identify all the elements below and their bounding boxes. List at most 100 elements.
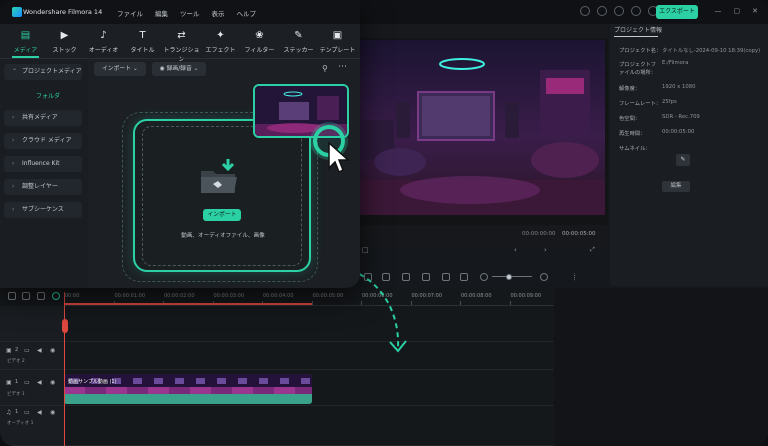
timeline-empty-area (554, 288, 768, 446)
video-track-icon: ▣ (6, 379, 12, 386)
timecode-current: 00:00:00:00 (522, 231, 556, 237)
snapshot-icon[interactable] (442, 273, 450, 281)
record-dropdown[interactable]: ◉ 録画/録音 ⌄ (151, 62, 207, 76)
list-icon[interactable] (460, 273, 468, 281)
ruler-label: 00:00:03:00 (213, 293, 245, 299)
export-button[interactable]: エクスポート (656, 5, 698, 19)
sidebar-item-cloud-media[interactable]: クラウド メディア (4, 133, 82, 149)
tab-sticker[interactable]: ✎ ステッカー (279, 28, 318, 58)
folder-lock-icon[interactable]: ▭ (24, 347, 30, 354)
snap-icon[interactable] (52, 292, 60, 300)
menu-view[interactable]: 表示 (212, 8, 225, 18)
playhead-handle[interactable] (62, 319, 68, 333)
tab-label: フィルター (244, 47, 275, 54)
sidebar-item-folder[interactable]: フォルダ (36, 91, 60, 100)
settings-icon[interactable] (580, 6, 590, 16)
clip-frame-floor (253, 387, 274, 394)
clip-frame-screen (301, 378, 310, 384)
zoom-in-icon[interactable] (540, 273, 548, 281)
clip-label: 動画サンプル動画 (1) (68, 379, 117, 385)
sidebar-item-influence-kit[interactable]: Influence Kit (4, 156, 82, 172)
tab-media[interactable]: ▤ メディア (6, 28, 45, 58)
more-icon[interactable]: ⋯ (338, 62, 347, 72)
video-clip[interactable]: 動画サンプル動画 (1) (64, 374, 312, 404)
stop-icon[interactable]: □ (362, 246, 369, 254)
sidebar-item-shared-media[interactable]: 共有メディア (4, 110, 82, 126)
tab-filter[interactable]: ❀ フィルター (240, 28, 279, 58)
cloud-icon[interactable] (614, 6, 624, 16)
clip-frame-screen (280, 378, 289, 384)
menu-edit[interactable]: 編集 (155, 8, 168, 18)
import-dropdown-label: インポート (102, 66, 131, 72)
mute-icon[interactable]: ◀ (37, 409, 42, 416)
maximize-icon[interactable]: ▢ (734, 7, 741, 15)
minimize-icon[interactable]: — (715, 7, 722, 15)
zoom-slider[interactable] (492, 276, 532, 277)
tab-label: ステッカー (283, 47, 314, 54)
track-lane-empty[interactable] (64, 306, 554, 342)
mute-icon[interactable]: ◀ (37, 379, 42, 386)
tab-template[interactable]: ▣ テンプレート (318, 28, 357, 58)
tab-label: エフェクト (205, 47, 236, 54)
prop-value-framerate: 25fps (662, 99, 677, 105)
mute-icon[interactable]: ◀ (37, 347, 42, 354)
sidebar-item-subsequence[interactable]: サブシーケンス (4, 202, 82, 218)
drop-hint: 動画、オーディオファイル、画像 (181, 233, 265, 239)
column-divider (574, 273, 582, 281)
clip-frame-screen (259, 378, 268, 384)
ruler-tick (509, 301, 511, 305)
edit-button[interactable]: 編集 (662, 181, 690, 192)
link-icon[interactable] (22, 292, 30, 300)
filter-icon[interactable]: ⚲ (322, 64, 331, 73)
magnet-icon[interactable] (37, 292, 45, 300)
playhead[interactable] (64, 292, 65, 446)
prev-frame-icon[interactable]: ‹ (514, 246, 517, 254)
prop-label-location: プロジェクトファイルの場所： (619, 62, 657, 76)
clip-frame-floor (211, 387, 232, 394)
eye-icon[interactable]: ◉ (50, 379, 55, 386)
track-lane-video-2[interactable] (64, 342, 554, 370)
theme-icon[interactable] (597, 6, 607, 16)
next-frame-icon[interactable]: › (544, 246, 547, 254)
eye-icon[interactable]: ◉ (50, 347, 55, 354)
tab-effect[interactable]: ✦ エフェクト (201, 28, 240, 58)
clip-frame-floor (64, 387, 85, 394)
import-button[interactable]: インポート (203, 209, 241, 221)
caption-icon[interactable] (422, 273, 430, 281)
folder-lock-icon[interactable]: ▭ (24, 379, 30, 386)
zoom-slider-thumb[interactable] (506, 274, 512, 280)
close-icon[interactable]: ✕ (752, 7, 758, 15)
media-tabs: ▤ メディア ▶ ストック ♪ オーディオ T タイトル ⇄ トランジション ✦ エフェクト… (6, 28, 357, 63)
menu-tools[interactable]: ツール (180, 8, 200, 18)
import-dropdown[interactable]: インポート ⌄ (94, 62, 146, 76)
clip-frame-floor (106, 387, 127, 394)
tab-transition[interactable]: ⇄ トランジション (162, 28, 201, 63)
zoom-out-icon[interactable] (480, 273, 488, 281)
ruler-label: 00:00 (65, 293, 80, 299)
thumbnail-edit-icon[interactable]: ✎ (676, 154, 690, 166)
tab-audio[interactable]: ♪ オーディオ (84, 28, 123, 58)
clip-frame-floor (190, 387, 211, 394)
sidebar-item-adjustment-layer[interactable]: 調整レイヤー (4, 179, 82, 195)
prop-value-location: E:/Filmora (662, 60, 689, 66)
prop-value-duration: 00:00:05:00 (662, 129, 695, 135)
title-icon: T (139, 30, 146, 41)
add-track-icon[interactable] (8, 292, 16, 300)
tab-stock[interactable]: ▶ ストック (45, 28, 84, 58)
top-action-icons (580, 6, 658, 16)
media-panel: Wondershare Filmora 14 ファイル 編集 ツール 表示 ヘル… (0, 0, 360, 288)
menu-file[interactable]: ファイル (117, 8, 143, 18)
preview-video[interactable] (360, 40, 605, 215)
sidebar-item-project-media[interactable]: プロジェクトメディア (4, 61, 82, 80)
filmora-logo-icon (12, 7, 22, 17)
menu-help[interactable]: ヘルプ (237, 8, 257, 18)
media-icon: ▤ (20, 30, 31, 41)
folder-lock-icon[interactable]: ▭ (24, 409, 30, 416)
ruler-label: 00:00:01:00 (114, 293, 146, 299)
tab-title[interactable]: T タイトル (123, 28, 162, 58)
fullscreen-icon[interactable]: ⤢ (590, 246, 595, 254)
download-icon[interactable] (631, 6, 641, 16)
track-lane-audio-1[interactable] (64, 406, 554, 446)
headphones-icon[interactable]: ◉ (50, 409, 55, 416)
project-info-tab[interactable]: プロジェクト情報 (614, 25, 662, 34)
